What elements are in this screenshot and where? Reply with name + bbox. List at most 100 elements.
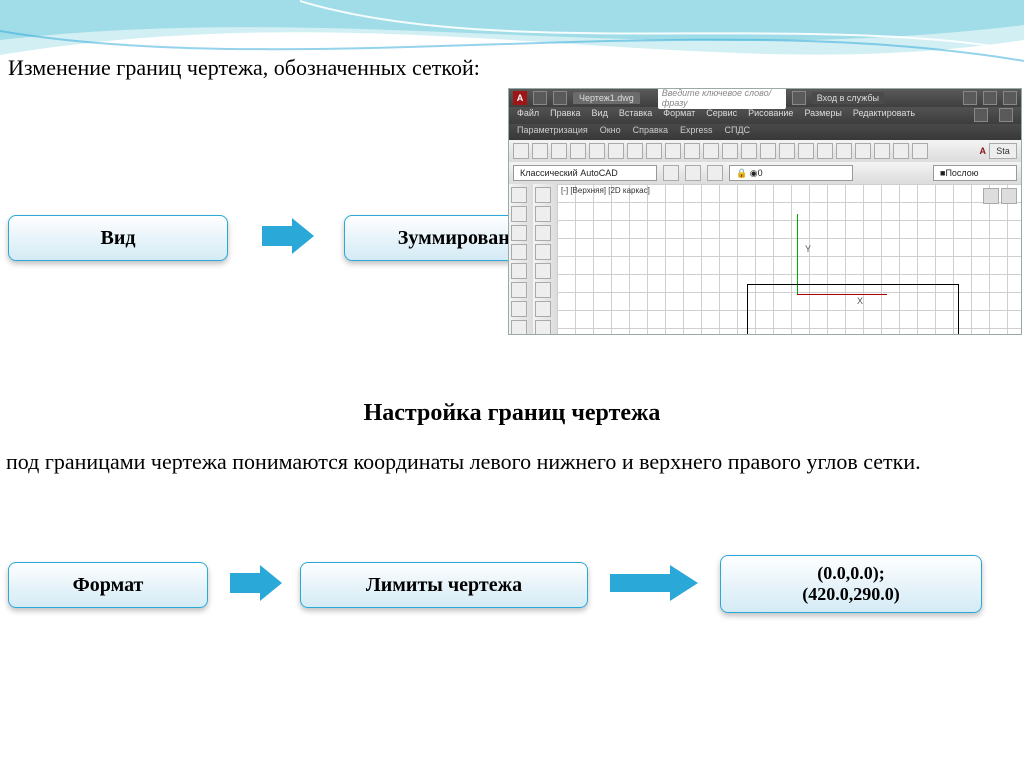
window-min-icon [983,91,997,105]
modify-tool-button [535,282,551,298]
toolbar-button [703,143,719,159]
toolbar-button [836,143,852,159]
menu-item: Express [680,125,713,139]
cad-canvas: [-] [Верхняя] [2D каркас] Y X [557,184,1021,335]
slide-body-text: под границами чертежа понимаются координ… [6,448,1018,477]
right-button: Sta [989,143,1017,159]
modify-tool-button [535,225,551,241]
color-combo: ■ Послою [933,165,1017,181]
toolbar-button [665,143,681,159]
toolbar-button [685,165,701,181]
toolbar-button [608,143,624,159]
toolbar-button [551,143,567,159]
axis-y-label: Y [805,244,811,254]
flow-bottom-step3-line2: (420.0,290.0) [802,584,900,605]
menu-item: Справка [633,125,668,139]
toolbar-button [570,143,586,159]
qat-button [553,91,567,105]
flow-top-step1-label: Вид [101,227,136,250]
cad-workspace: [-] [Верхняя] [2D каркас] Y X [509,184,1021,335]
arrow-icon [230,565,282,601]
autocad-screenshot: A Чертеж1.dwg Введите ключевое слово/фра… [508,88,1022,335]
draw-tool-button [511,187,527,203]
qat-button [533,91,547,105]
cad-menubar-2: Параметризация Окно Справка Express СПДС [509,124,1021,140]
menu-item: Правка [550,108,580,123]
toolbar-button [663,165,679,181]
toolbar-button [627,143,643,159]
cad-left-toolbar-2 [533,184,557,335]
menu-item: Вид [592,108,608,123]
viewport-control-button [1001,188,1017,204]
search-icon [792,91,806,105]
layer-combo: 🔒 ◉ 0 [729,165,853,181]
cad-toolbar: A Sta [509,140,1021,162]
toolbar-button [874,143,890,159]
drawing-rectangle [747,284,959,335]
menu-item: Рисование [748,108,793,123]
menu-item: СПДС [724,125,750,139]
draw-tool-button [511,244,527,260]
menu-item: Формат [663,108,695,123]
toolbar-button [513,143,529,159]
layer-combo-value: 0 [758,166,763,180]
toolbar-button [817,143,833,159]
menu-item: Редактировать [853,108,915,123]
cad-left-toolbar [509,184,533,335]
draw-tool-button [511,225,527,241]
toolbar-button [707,165,723,181]
menu-item: Окно [600,125,621,139]
toolbar-button [855,143,871,159]
flow-bottom-step3-line1: (0.0,0.0); [817,563,884,584]
menu-item: Вставка [619,108,652,123]
toolbar-button [912,143,928,159]
document-tab: Чертеж1.dwg [573,92,640,104]
flow-bottom-step1-label: Формат [73,574,144,597]
cad-layerbar: Классический AutoCAD 🔒 ◉ 0 ■ Послою [509,162,1021,184]
cad-titlebar: A Чертеж1.dwg Введите ключевое слово/фра… [509,89,1021,107]
menu-item: Файл [517,108,539,123]
workspace-combo: Классический AutoCAD [513,165,657,181]
sign-in-button: Вход в службы [812,92,884,104]
window-control-icon [999,108,1013,122]
modify-tool-button [535,263,551,279]
flow-bottom-step-2: Лимиты чертежа [300,562,588,608]
menu-item: Параметризация [517,125,588,139]
viewport-controls [983,188,1017,204]
viewport-label: [-] [Верхняя] [2D каркас] [561,186,650,195]
slide-title: Изменение границ чертежа, обозначенных с… [8,55,480,81]
arrow-icon [262,218,314,254]
viewport-control-button [983,188,999,204]
ucs-y-axis [797,214,798,294]
menu-item: Размеры [804,108,841,123]
modify-tool-button [535,187,551,203]
slide-subtitle: Настройка границ чертежа [0,400,1024,427]
toolbar-button [779,143,795,159]
autocad-logo-icon: A [513,91,527,105]
toolbar-button [532,143,548,159]
toolbar-button [798,143,814,159]
toolbar-button [646,143,662,159]
toolbar-button [760,143,776,159]
draw-tool-button [511,320,527,335]
flow-bottom-step-3: (0.0,0.0); (420.0,290.0) [720,555,982,613]
modify-tool-button [535,320,551,335]
toolbar-button [589,143,605,159]
modify-tool-button [535,206,551,222]
menu-item: Сервис [706,108,737,123]
toolbar-button [684,143,700,159]
toolbar-button [722,143,738,159]
window-control-icon [974,108,988,122]
window-max-icon [1003,91,1017,105]
help-icon [963,91,977,105]
modify-tool-button [535,244,551,260]
draw-tool-button [511,301,527,317]
flow-top-step-1: Вид [8,215,228,261]
draw-tool-button [511,282,527,298]
search-input: Введите ключевое слово/фразу [658,88,786,109]
arrow-icon [610,565,698,601]
modify-tool-button [535,301,551,317]
color-combo-value: Послою [945,166,978,180]
toolbar-button [741,143,757,159]
draw-tool-button [511,206,527,222]
